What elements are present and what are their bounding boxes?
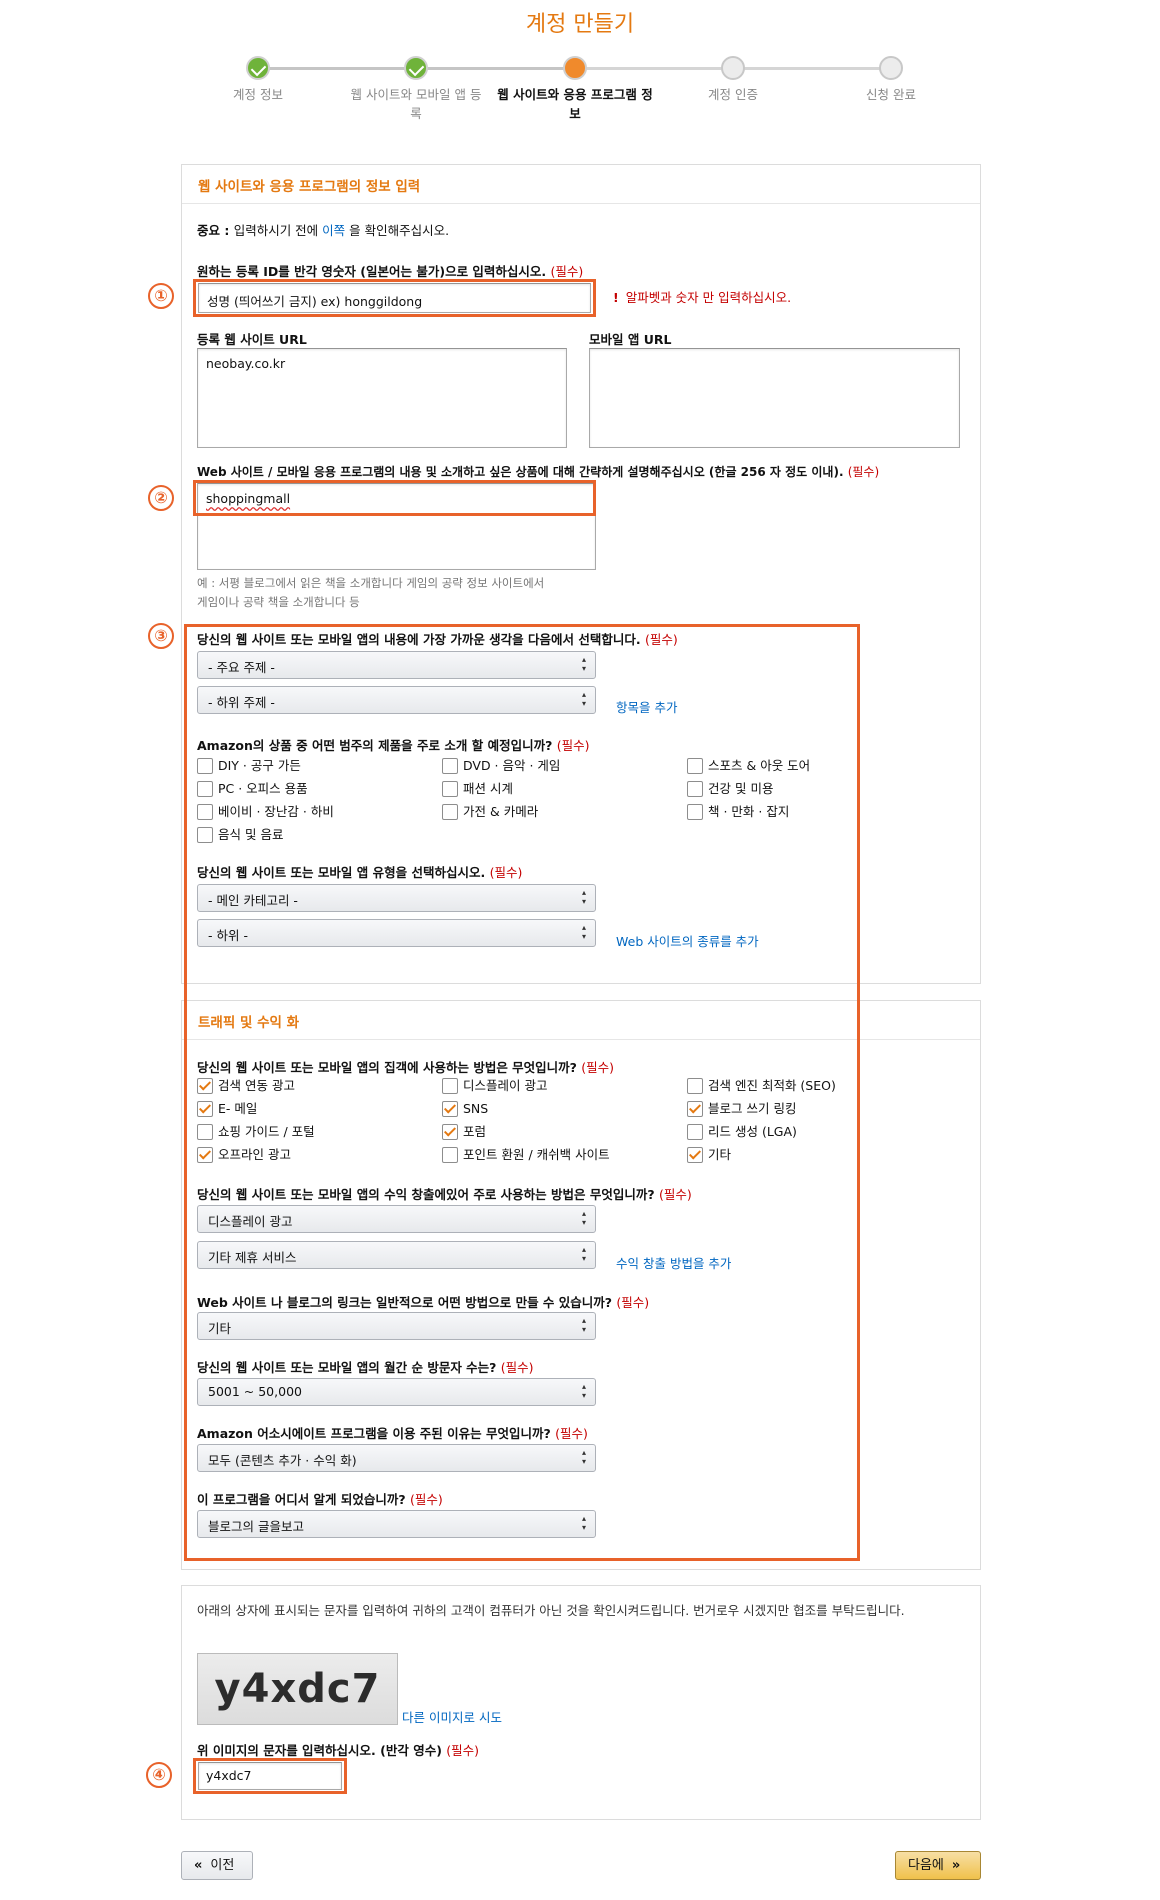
important-notice-link[interactable]: 이쪽 [322, 223, 345, 238]
topic-sub-select[interactable]: - 하위 주제 - [197, 686, 596, 714]
category-checkbox[interactable]: 스포츠 & 아웃 도어 [687, 757, 810, 775]
mobile-url-label: 모바일 앱 URL [589, 332, 672, 347]
category-checkbox[interactable]: PC · 오피스 용품 [197, 780, 308, 798]
annotation-box-1 [193, 279, 596, 317]
product-category-label: Amazon의 상품 중 어떤 범주의 제품을 주로 소개 할 예정입니까? (… [197, 738, 590, 753]
traffic-checkbox[interactable]: 쇼핑 가이드 / 포털 [197, 1123, 315, 1141]
progress-line-4 [733, 67, 891, 70]
category-checkbox[interactable]: 음식 및 음료 [197, 826, 283, 844]
double-chevron-left-icon: « [194, 1858, 203, 1873]
annotation-box-4 [193, 1758, 347, 1794]
captcha-description: 아래의 상자에 표시되는 문자를 입력하여 귀하의 고객이 컴퓨터가 아닌 것을… [197, 1603, 905, 1618]
step-3-label: 웹 사이트와 응용 프로그램 정보 [497, 87, 653, 121]
prev-button[interactable]: «이전 [181, 1851, 253, 1880]
mobile-url-textarea[interactable] [589, 348, 960, 448]
page-title: 계정 만들기 [525, 12, 635, 37]
next-button[interactable]: 다음에» [895, 1851, 981, 1880]
traffic-checkbox[interactable]: 기타 [687, 1146, 731, 1164]
traffic-checkbox[interactable]: E- 메일 [197, 1100, 257, 1118]
link-method-label: Web 사이트 나 블로그의 링크는 일반적으로 어떤 방법으로 만들 수 있습… [197, 1295, 650, 1310]
category-checkbox[interactable]: DIY · 공구 가든 [197, 757, 301, 775]
annotation-box-2 [193, 480, 596, 516]
traffic-checkbox[interactable]: 검색 엔진 최적화 (SEO) [687, 1077, 836, 1095]
captcha-image: y4xdc7 [197, 1653, 398, 1725]
store-id-label: 원하는 등록 ID를 반각 영숫자 (일본어는 불가)으로 입력하십시오. (필… [197, 264, 584, 279]
store-id-error: ! 알파벳과 숫자 만 입력하십시오. [613, 290, 792, 305]
category-checkbox[interactable]: 가전 & 카메라 [442, 803, 538, 821]
progress-line-2 [416, 67, 575, 70]
topic-add-link[interactable]: 항목을 추가 [616, 697, 677, 716]
traffic-checkbox[interactable]: 리드 생성 (LGA) [687, 1123, 797, 1141]
traffic-checkbox[interactable]: 블로그 쓰기 링킹 [687, 1100, 796, 1118]
site-info-header: 웹 사이트와 응용 프로그램의 정보 입력 [182, 165, 980, 204]
category-checkbox[interactable]: 책 · 만화 · 잡지 [687, 803, 789, 821]
traffic-header: 트래픽 및 수익 화 [182, 1001, 980, 1040]
monetize-add-link[interactable]: 수익 창출 방법을 추가 [616, 1253, 731, 1272]
traffic-method-label: 당신의 웹 사이트 또는 모바일 앱의 집객에 사용하는 방법은 무엇입니까? … [197, 1060, 615, 1075]
annotation-number-4: ④ [146, 1762, 172, 1788]
reason-select[interactable]: 모두 (콘텐츠 추가 · 수익 화) [197, 1444, 596, 1472]
important-notice: 중요 : 입력하시기 전에 이쪽 을 확인해주십시오. [197, 223, 450, 238]
step-5-label: 신청 완료 [866, 87, 916, 102]
description-hint-2: 게임이나 공략 책을 소개합니다 등 [197, 595, 360, 609]
monetize-select-2[interactable]: 기타 제휴 서비스 [197, 1241, 596, 1269]
traffic-checkbox[interactable]: 검색 연동 광고 [197, 1077, 295, 1095]
description-hint-1: 예 : 서평 블로그에서 읽은 책을 소개합니다 게임의 공략 정보 사이트에서 [197, 576, 545, 590]
error-alert-icon: ! [613, 290, 619, 305]
category-checkbox[interactable]: 건강 및 미용 [687, 780, 773, 798]
double-chevron-right-icon: » [951, 1858, 961, 1873]
monetize-label: 당신의 웹 사이트 또는 모바일 앱의 수익 창출에있어 주로 사용하는 방법은… [197, 1187, 692, 1202]
traffic-panel: 트래픽 및 수익 화 [181, 1000, 981, 1570]
category-checkbox[interactable]: 패션 시계 [442, 780, 513, 798]
step-3-current-icon [563, 56, 587, 80]
website-url-label: 등록 웹 사이트 URL [197, 332, 307, 347]
traffic-checkbox[interactable]: 오프라인 광고 [197, 1146, 291, 1164]
step-5-pending-icon [879, 56, 903, 80]
site-type-sub-select[interactable]: - 하위 - [197, 919, 596, 947]
site-type-add-link[interactable]: Web 사이트의 종류를 추가 [616, 931, 759, 950]
visitors-label: 당신의 웹 사이트 또는 모바일 앱의 월간 순 방문자 수는? (필수) [197, 1360, 534, 1375]
source-select[interactable]: 블로그의 글을보고 [197, 1510, 596, 1538]
description-label: Web 사이트 / 모바일 응용 프로그램의 내용 및 소개하고 싶은 상품에 … [197, 465, 880, 479]
site-type-main-select[interactable]: - 메인 카테고리 - [197, 884, 596, 912]
traffic-checkbox[interactable]: 디스플레이 광고 [442, 1077, 547, 1095]
step-1-label: 계정 정보 [233, 87, 283, 102]
progress-line-3 [575, 67, 733, 70]
link-method-select[interactable]: 기타 [197, 1312, 596, 1340]
website-url-textarea[interactable]: neobay.co.kr [197, 348, 567, 448]
step-1-check-icon [246, 56, 270, 80]
annotation-number-1: ① [148, 283, 174, 309]
progress-line-1 [258, 67, 416, 70]
traffic-checkbox[interactable]: 포럼 [442, 1123, 486, 1141]
annotation-number-2: ② [148, 485, 174, 511]
reason-label: Amazon 어소시에이트 프로그램을 이용 주된 이유는 무엇입니까? (필수… [197, 1426, 588, 1441]
step-4-pending-icon [721, 56, 745, 80]
visitors-select[interactable]: 5001 ~ 50,000 [197, 1378, 596, 1406]
traffic-checkbox[interactable]: 포인트 환원 / 캐쉬백 사이트 [442, 1146, 610, 1164]
category-checkbox[interactable]: 베이비 · 장난감 · 하비 [197, 803, 334, 821]
step-2-label: 웹 사이트와 모바일 앱 등록 [350, 87, 482, 121]
captcha-input-label: 위 이미지의 문자를 입력하십시오. (반각 영수) (필수) [197, 1743, 480, 1758]
category-checkbox[interactable]: DVD · 음악 · 게임 [442, 757, 560, 775]
traffic-checkbox[interactable]: SNS [442, 1100, 488, 1118]
annotation-number-3: ③ [148, 623, 174, 649]
captcha-retry-link[interactable]: 다른 이미지로 시도 [402, 1707, 502, 1726]
site-type-label: 당신의 웹 사이트 또는 모바일 앱 유형을 선택하십시오. (필수) [197, 865, 523, 880]
step-2-check-icon [404, 56, 428, 80]
source-label: 이 프로그램을 어디서 알게 되었습니까? (필수) [197, 1492, 443, 1507]
topic-main-select[interactable]: - 주요 주제 - [197, 651, 596, 679]
step-4-label: 계정 인증 [708, 87, 758, 102]
topic-label: 당신의 웹 사이트 또는 모바일 앱의 내용에 가장 가까운 생각을 다음에서 … [197, 632, 678, 647]
monetize-select-1[interactable]: 디스플레이 광고 [197, 1205, 596, 1233]
